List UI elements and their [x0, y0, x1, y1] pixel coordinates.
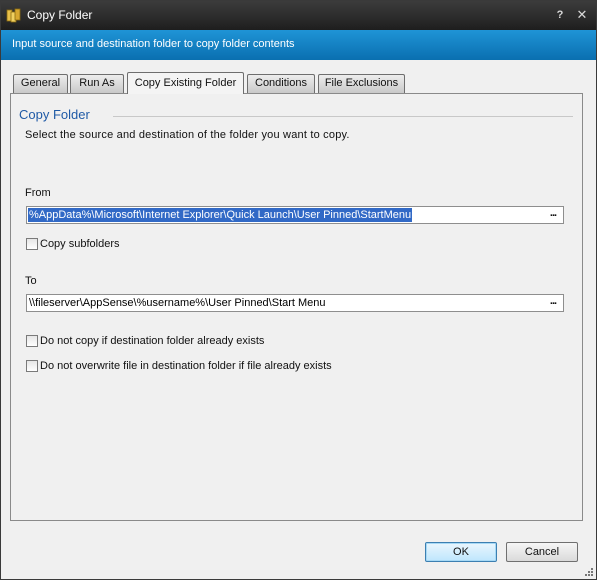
- copy-subfolders-label[interactable]: Copy subfolders: [40, 238, 120, 250]
- to-browse-button[interactable]: ...: [546, 295, 560, 311]
- no-copy-if-exists-label[interactable]: Do not copy if destination folder alread…: [40, 335, 264, 347]
- window-title: Copy Folder: [27, 8, 93, 22]
- no-overwrite-checkbox[interactable]: [26, 360, 38, 372]
- tab-panel: Copy Folder Select the source and destin…: [10, 93, 583, 521]
- to-path-input[interactable]: \\fileserver\AppSense\%username%\User Pi…: [26, 294, 564, 312]
- tab-conditions[interactable]: Conditions: [247, 74, 315, 93]
- no-overwrite-label[interactable]: Do not overwrite file in destination fol…: [40, 360, 332, 372]
- tab-file-exclusions[interactable]: File Exclusions: [318, 74, 405, 93]
- ok-button[interactable]: OK: [425, 542, 497, 562]
- from-label: From: [25, 187, 51, 199]
- from-browse-button[interactable]: ...: [546, 207, 560, 223]
- from-path-input[interactable]: %AppData%\Microsoft\Internet Explorer\Qu…: [26, 206, 564, 224]
- help-icon[interactable]: ?: [553, 7, 567, 23]
- tab-run-as[interactable]: Run As: [70, 74, 124, 93]
- title-bar[interactable]: Copy Folder ? ✕: [1, 1, 596, 30]
- tab-general[interactable]: General: [13, 74, 68, 93]
- to-path-value[interactable]: \\fileserver\AppSense\%username%\User Pi…: [28, 296, 327, 310]
- folder-copy-icon: [6, 8, 21, 23]
- tab-copy-existing-folder[interactable]: Copy Existing Folder: [127, 72, 244, 94]
- section-divider: [113, 116, 573, 117]
- no-copy-if-exists-checkbox[interactable]: [26, 335, 38, 347]
- copy-subfolders-checkbox[interactable]: [26, 238, 38, 250]
- copy-folder-dialog: Copy Folder ? ✕ Input source and destina…: [0, 0, 597, 580]
- close-icon[interactable]: ✕: [575, 7, 589, 23]
- header-banner: Input source and destination folder to c…: [1, 30, 596, 60]
- banner-text: Input source and destination folder to c…: [12, 38, 295, 50]
- cancel-button[interactable]: Cancel: [506, 542, 578, 562]
- section-title: Copy Folder: [19, 107, 90, 122]
- section-description: Select the source and destination of the…: [25, 129, 350, 141]
- to-label: To: [25, 275, 37, 287]
- from-path-value[interactable]: %AppData%\Microsoft\Internet Explorer\Qu…: [28, 208, 413, 222]
- resize-grip-icon[interactable]: [583, 566, 593, 576]
